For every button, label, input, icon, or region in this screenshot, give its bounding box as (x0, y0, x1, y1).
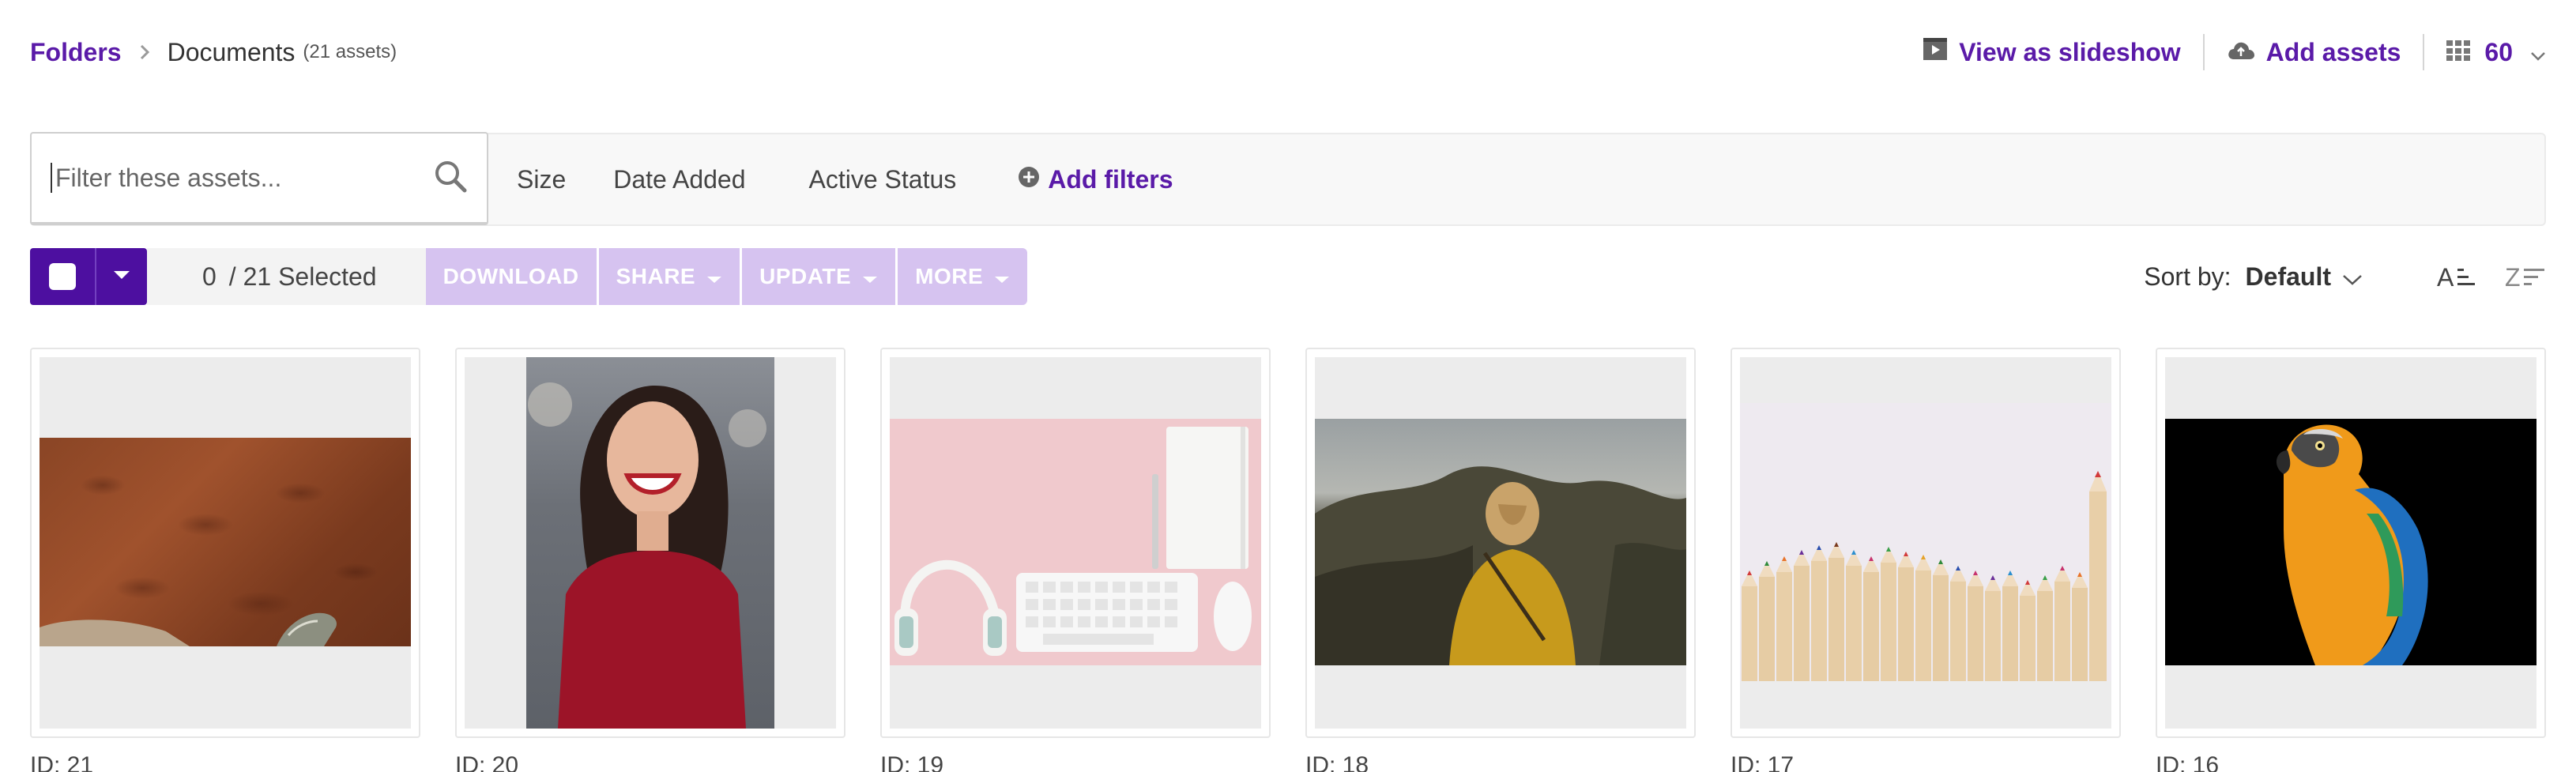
add-filters-label: Add filters (1048, 164, 1173, 194)
sort-control: Sort by: Default A Z (2144, 262, 2546, 292)
asset-thumbnail[interactable] (890, 357, 1261, 729)
share-button[interactable]: SHARE (598, 248, 740, 305)
asset-item[interactable]: ID: 16 (2156, 348, 2546, 772)
selected-count: 0 / 21 Selected (147, 248, 426, 305)
svg-text:A: A (2437, 264, 2454, 289)
selected-total: / 21 Selected (228, 262, 377, 291)
chevron-down-icon[interactable] (2342, 262, 2363, 292)
breadcrumb: Folders Documents (21 assets) (30, 38, 397, 67)
download-label: DOWNLOAD (443, 264, 579, 288)
breadcrumb-folders-link[interactable]: Folders (30, 38, 122, 67)
more-button[interactable]: MORE (898, 248, 1028, 305)
asset-item[interactable]: ID: 19 (880, 348, 1271, 772)
caret-down-icon (851, 264, 878, 289)
chevron-down-icon (2530, 38, 2546, 67)
update-button[interactable]: UPDATE (742, 248, 896, 305)
sand-footprints-image (40, 438, 411, 646)
asset-id: ID: 18 (1305, 752, 1369, 772)
download-button[interactable]: DOWNLOAD (425, 248, 597, 305)
sort-descending-icon[interactable]: Z (2505, 264, 2546, 289)
asset-card[interactable] (30, 348, 420, 738)
asset-thumbnail[interactable] (465, 357, 836, 729)
desk-accessories-image (890, 419, 1261, 665)
asset-grid: ID: 21 ID: 20 ID: 19 ID: 18 ID: 17 ID: 1… (30, 348, 2546, 772)
asset-item[interactable]: ID: 21 (30, 348, 420, 772)
add-assets-label: Add assets (2265, 37, 2401, 66)
asset-id: ID: 21 (30, 752, 94, 772)
filter-bar: Size Date Added Active Status Add filter… (30, 132, 2546, 226)
search-icon[interactable] (433, 159, 468, 198)
caret-down-icon (113, 269, 130, 284)
add-filters-button[interactable]: Add filters (1018, 165, 1173, 194)
filter-date-added[interactable]: Date Added (613, 165, 745, 194)
breadcrumb-current: Documents (167, 37, 296, 66)
slideshow-label: View as slideshow (1959, 37, 2181, 66)
update-label: UPDATE (759, 264, 852, 288)
grid-size-value: 60 (2484, 37, 2513, 66)
smiling-woman-image (526, 357, 774, 729)
sort-label: Sort by: (2144, 262, 2231, 291)
page-header: Folders Documents (21 assets) View as sl… (30, 28, 2546, 76)
asset-card[interactable] (880, 348, 1271, 738)
caret-down-icon (983, 264, 1010, 289)
divider (2202, 34, 2205, 70)
asset-thumbnail[interactable] (1315, 357, 1686, 729)
more-label: MORE (915, 264, 984, 288)
grid-size-selector[interactable]: 60 (2446, 38, 2546, 67)
asset-item[interactable]: ID: 18 (1305, 348, 1696, 772)
header-actions: View as slideshow Add assets 60 (1923, 34, 2546, 70)
selection-toolbar: 0 / 21 Selected DOWNLOAD SHARE UPDATE MO… (30, 248, 2546, 305)
slideshow-icon (1923, 37, 1959, 67)
asset-item[interactable]: ID: 20 (455, 348, 845, 772)
asset-item[interactable]: ID: 17 (1731, 348, 2121, 772)
asset-id: ID: 20 (455, 752, 519, 772)
asset-thumbnail[interactable] (40, 357, 411, 729)
sort-direction: A Z (2410, 264, 2546, 289)
cloud-upload-icon (2227, 38, 2266, 67)
sort-ascending-icon[interactable]: A (2437, 264, 2478, 289)
chevron-right-icon (139, 43, 150, 61)
asset-card[interactable] (1731, 348, 2121, 738)
asset-card[interactable] (1305, 348, 1696, 738)
add-assets-button[interactable]: Add assets (2227, 38, 2401, 67)
grid-icon (2446, 38, 2471, 67)
macaw-parrot-image (2165, 419, 2536, 665)
asset-thumbnail[interactable] (1740, 357, 2111, 729)
asset-id: ID: 19 (880, 752, 944, 772)
filter-assets-input[interactable] (55, 163, 433, 193)
colored-pencils-image (1740, 403, 2111, 681)
divider (2423, 34, 2425, 70)
selected-number: 0 (202, 262, 217, 291)
text-cursor (51, 163, 52, 193)
search-box[interactable] (30, 132, 488, 225)
caret-down-icon (695, 264, 722, 289)
asset-thumbnail[interactable] (2165, 357, 2536, 729)
select-options-dropdown[interactable] (95, 248, 147, 305)
checkbox[interactable] (49, 263, 76, 290)
svg-text:Z: Z (2505, 264, 2521, 289)
asset-card[interactable] (455, 348, 845, 738)
select-all-checkbox[interactable] (30, 248, 95, 305)
asset-id: ID: 16 (2156, 752, 2220, 772)
woman-on-rocks-image (1315, 419, 1686, 665)
share-label: SHARE (616, 264, 696, 288)
plus-circle-icon (1018, 165, 1048, 194)
asset-card[interactable] (2156, 348, 2546, 738)
view-as-slideshow-button[interactable]: View as slideshow (1923, 37, 2181, 67)
asset-count: (21 assets) (303, 41, 397, 62)
sort-dropdown[interactable]: Default (2246, 262, 2331, 292)
filter-size[interactable]: Size (517, 165, 566, 194)
asset-id: ID: 17 (1731, 752, 1795, 772)
filter-active-status[interactable]: Active Status (809, 165, 957, 194)
